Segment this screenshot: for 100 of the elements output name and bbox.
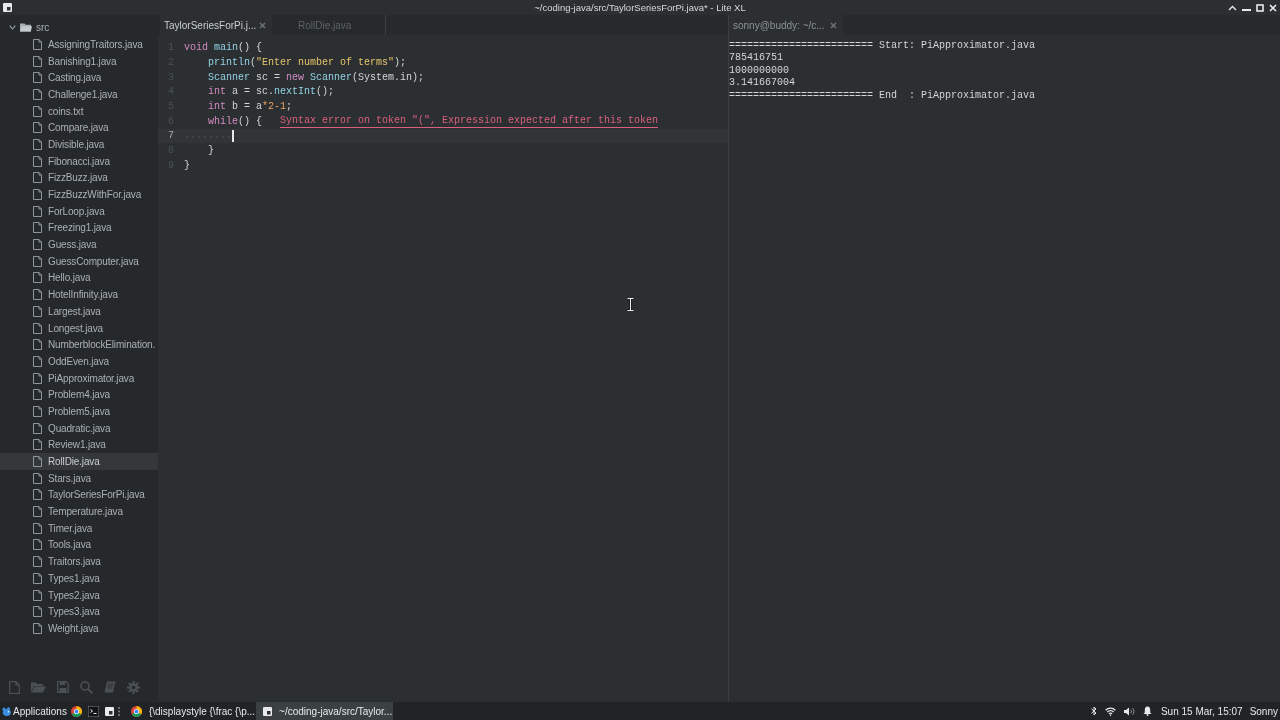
volume-icon[interactable] — [1123, 706, 1135, 716]
file-icon — [33, 456, 42, 468]
file-icon — [33, 72, 42, 84]
file-icon — [33, 322, 42, 334]
file-icon — [33, 189, 42, 201]
code-line: } — [184, 158, 190, 173]
line-number: 7 — [167, 129, 174, 144]
file-item[interactable]: NumberblockElimination. — [0, 336, 158, 354]
tricolor-circle-icon[interactable] — [70, 705, 82, 717]
code-line: while() { — [208, 114, 263, 129]
code-line: println("Enter number of terms"); — [208, 56, 407, 71]
file-item[interactable]: Compare.java — [0, 119, 158, 137]
chevron-up-icon[interactable] — [1228, 4, 1237, 11]
file-item[interactable]: Longest.java — [0, 319, 158, 337]
file-icon — [33, 572, 42, 584]
file-item[interactable]: Hello.java — [0, 269, 158, 287]
file-icon — [33, 355, 42, 367]
bell-icon[interactable] — [1142, 706, 1152, 716]
file-item[interactable]: GuessComputer.java — [0, 252, 158, 270]
user-name[interactable]: Sonny — [1249, 703, 1280, 719]
wifi-icon[interactable] — [1104, 706, 1116, 716]
file-item[interactable]: Types2.java — [0, 586, 158, 604]
terminal-line: ======================== Start: PiApproximator.java — [729, 39, 1036, 52]
file-item[interactable]: Tools.java — [0, 536, 158, 554]
file-item[interactable]: coins.txt — [0, 102, 158, 120]
notched-square-icon[interactable] — [104, 706, 114, 716]
file-item[interactable]: Review1.java — [0, 436, 158, 454]
file-item[interactable]: FizzBuzz.java — [0, 169, 158, 187]
terminal-tab[interactable]: sonny@buddy: ~/c... — [729, 15, 843, 35]
file-icon — [33, 472, 42, 484]
file-item[interactable]: Divisible.java — [0, 136, 158, 153]
file-icon — [33, 489, 42, 501]
terminal-line: 3.141667004 — [729, 77, 795, 90]
file-item[interactable]: Temperature.java — [0, 503, 158, 520]
code-line: int b = a*2-1; — [208, 100, 293, 115]
file-icon — [33, 122, 42, 134]
applications-menu-button[interactable]: Applications — [0, 702, 70, 720]
code-line: Scanner sc = new Scanner(System.in); — [208, 70, 425, 85]
clock[interactable]: Sun 15 Mar, 15:07 — [1160, 703, 1243, 719]
error-message: Syntax error on token "(", Expression expected after this token — [280, 114, 659, 128]
file-item[interactable]: FizzBuzzWithFor.java — [0, 186, 158, 203]
file-item[interactable]: Banishing1.java — [0, 52, 158, 70]
file-item[interactable]: Freezing1.java — [0, 219, 158, 237]
file-item[interactable]: AssigningTraitors.java — [0, 36, 158, 53]
i-beam-pointer-icon — [627, 298, 634, 311]
tricolor-circle-icon — [130, 705, 142, 717]
file-item[interactable]: Timer.java — [0, 519, 158, 537]
file-item[interactable]: Types3.java — [0, 603, 158, 621]
file-icon — [33, 622, 42, 634]
file-item[interactable]: Problem5.java — [0, 403, 158, 420]
file-icon — [33, 222, 42, 234]
file-icon — [33, 272, 42, 284]
file-item[interactable]: Fibonacci.java — [0, 152, 158, 170]
file-icon — [33, 38, 42, 50]
file-icon — [33, 55, 42, 67]
code-line: void main() { — [184, 41, 263, 56]
file-item[interactable]: PiApproximator.java — [0, 369, 158, 387]
code-line: int a = sc.nextInt(); — [208, 85, 335, 100]
file-icon — [33, 138, 42, 150]
file-item[interactable]: Types1.java — [0, 570, 158, 587]
file-item[interactable]: TaylorSeriesForPi.java — [0, 486, 158, 504]
terminal-icon[interactable] — [87, 705, 99, 717]
file-icon — [33, 372, 42, 384]
file-item[interactable]: Quadratic.java — [0, 419, 158, 437]
file-item[interactable]: RollDie.java — [0, 453, 158, 470]
chevron-down-icon[interactable] — [9, 25, 16, 30]
task-button[interactable]: {\displaystyle {\frac {\p... — [123, 702, 257, 720]
file-icon — [33, 539, 42, 551]
terminal-line: 1000000000 — [729, 64, 789, 77]
file-item[interactable]: Casting.java — [0, 69, 158, 87]
bluetooth-icon[interactable] — [1090, 706, 1097, 716]
file-icon — [33, 589, 42, 601]
text-caret-icon — [232, 129, 234, 142]
file-item[interactable]: Stars.java — [0, 469, 158, 487]
file-item[interactable]: Largest.java — [0, 303, 158, 320]
file-item[interactable]: OddEven.java — [0, 353, 158, 370]
file-icon — [33, 155, 42, 167]
file-item[interactable]: HotelInfinity.java — [0, 286, 158, 303]
task-button[interactable]: ~/coding-java/src/Taylor... — [256, 702, 394, 720]
folder-item[interactable]: src — [0, 19, 158, 36]
file-icon — [33, 239, 42, 251]
file-item[interactable]: Weight.java — [0, 620, 158, 637]
file-item[interactable]: Challenge1.java — [0, 86, 158, 103]
folder-icon — [20, 23, 32, 32]
file-item[interactable]: Traitors.java — [0, 553, 158, 570]
file-icon — [33, 105, 42, 117]
drag-handle-icon — [117, 706, 120, 716]
file-icon — [33, 205, 42, 217]
terminal-line: ======================== End : PiApproximator.java — [729, 89, 1036, 102]
file-item[interactable]: ForLoop.java — [0, 202, 158, 220]
window-title: ~/coding-java/src/TaylorSeriesForPi.java* - Lite XL — [534, 1, 746, 15]
file-item[interactable]: Problem4.java — [0, 386, 158, 404]
file-icon — [33, 422, 42, 434]
file-icon — [33, 522, 42, 534]
minimize-icon[interactable] — [1242, 8, 1251, 11]
file-item[interactable]: Guess.java — [0, 236, 158, 253]
file-icon — [33, 506, 42, 518]
editor-tab[interactable]: TaylorSeriesForPi.j... — [160, 15, 272, 35]
maximize-icon[interactable] — [1256, 3, 1264, 12]
notched-square-icon — [263, 706, 273, 716]
